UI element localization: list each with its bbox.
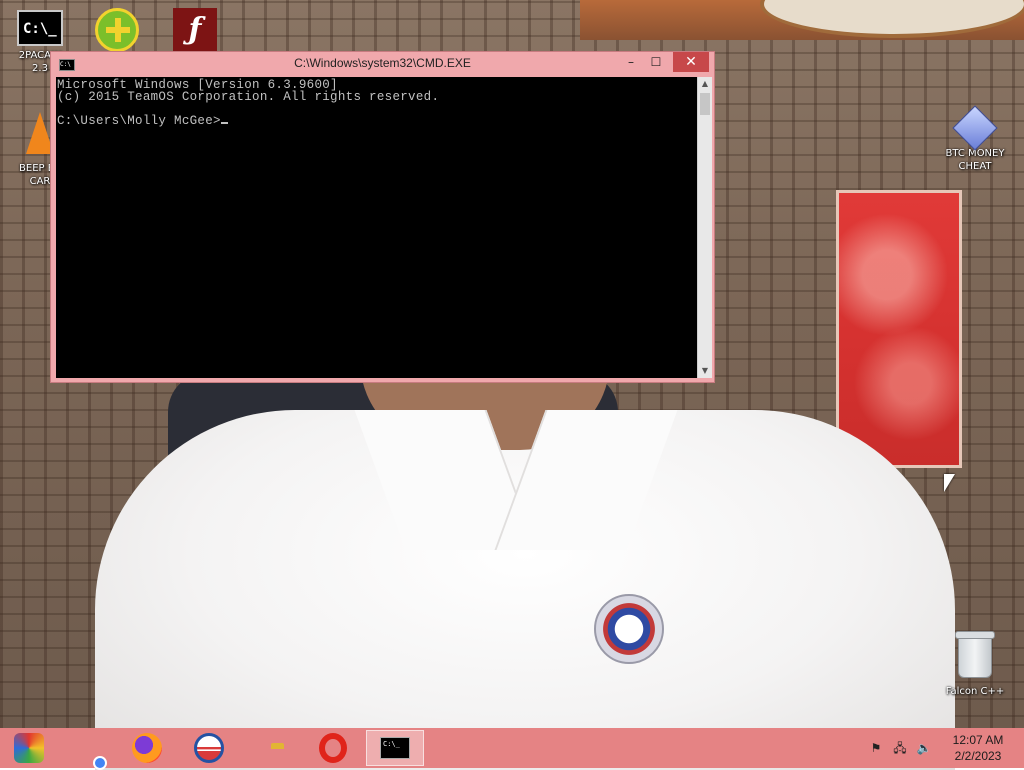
system-tray: ⚑ 🖧 🔈 bbox=[860, 728, 944, 768]
wallpaper-seal-pin bbox=[594, 594, 664, 664]
desktop-icon-label: BTC MONEY CHEAT bbox=[945, 148, 1005, 172]
close-button[interactable]: ✕ bbox=[673, 52, 709, 72]
volume-icon[interactable]: 🔈 bbox=[916, 740, 932, 756]
vertical-scrollbar[interactable]: ▲ ▼ bbox=[697, 77, 712, 378]
desktop-icon-label: Falcon C++ bbox=[945, 686, 1005, 697]
scroll-up-arrow-icon[interactable]: ▲ bbox=[698, 77, 712, 91]
desktop-icon-btc-money-cheat[interactable]: BTC MONEY CHEAT bbox=[935, 105, 1015, 173]
network-icon[interactable]: 🖧 bbox=[892, 740, 908, 756]
taskbar-command-prompt[interactable]: C:\_ bbox=[366, 730, 424, 766]
taskbar-file-explorer[interactable] bbox=[242, 730, 300, 766]
firefox-icon bbox=[132, 733, 162, 763]
taskbar-opera[interactable] bbox=[304, 730, 362, 766]
console-line: (c) 2015 TeamOS Corporation. All rights … bbox=[57, 90, 440, 104]
action-center-flag-icon[interactable]: ⚑ bbox=[868, 740, 884, 756]
text-cursor bbox=[220, 122, 228, 124]
campaign-logo-icon bbox=[194, 733, 224, 763]
clock-date: 2/2/2023 bbox=[954, 749, 1002, 763]
window-titlebar[interactable]: C:\ C:\Windows\system32\CMD.EXE – ☐ ✕ bbox=[51, 52, 714, 76]
cmd-window[interactable]: C:\ C:\Windows\system32\CMD.EXE – ☐ ✕ Mi… bbox=[50, 51, 715, 383]
desktop-icon-flash[interactable]: ƒ bbox=[155, 8, 235, 52]
taskbar-firefox[interactable] bbox=[118, 730, 176, 766]
scroll-down-arrow-icon[interactable]: ▼ bbox=[698, 364, 712, 378]
opera-icon bbox=[319, 733, 347, 763]
console-output[interactable]: Microsoft Windows [Version 6.3.9600] (c)… bbox=[56, 77, 697, 378]
command-prompt-icon: C:\_ bbox=[17, 10, 63, 46]
minimize-button[interactable]: – bbox=[618, 52, 644, 72]
scrollbar-thumb[interactable] bbox=[700, 93, 710, 115]
console-prompt-line: C:\Users\Molly McGee> bbox=[57, 115, 228, 128]
flash-player-icon: ƒ bbox=[173, 8, 217, 52]
recycle-bin-icon bbox=[955, 631, 995, 678]
diamond-app-icon bbox=[952, 105, 998, 151]
clock-time: 12:07 AM bbox=[952, 733, 1004, 747]
paint-icon bbox=[14, 733, 44, 763]
taskbar: C:\_ ⚑ 🖧 🔈 12:07 AM 2/2/2023 bbox=[0, 728, 1024, 768]
desktop-icon-installer[interactable] bbox=[77, 8, 157, 52]
command-prompt-icon: C:\_ bbox=[380, 737, 410, 759]
taskbar-chrome[interactable] bbox=[56, 730, 114, 766]
maximize-button[interactable]: ☐ bbox=[643, 52, 669, 72]
taskbar-clock[interactable]: 12:07 AM 2/2/2023 bbox=[944, 732, 1012, 764]
desktop-icon-falcon-cpp[interactable]: Falcon C++ bbox=[935, 631, 1015, 698]
window-title: C:\Windows\system32\CMD.EXE bbox=[294, 56, 471, 70]
console-prompt: C:\Users\Molly McGee> bbox=[57, 114, 221, 128]
wallpaper-red-poster bbox=[836, 190, 962, 468]
taskbar-campaign-logo[interactable] bbox=[180, 730, 238, 766]
mouse-pointer-icon bbox=[944, 474, 955, 492]
taskbar-start-paint[interactable] bbox=[0, 730, 58, 766]
green-plus-icon bbox=[95, 8, 139, 52]
